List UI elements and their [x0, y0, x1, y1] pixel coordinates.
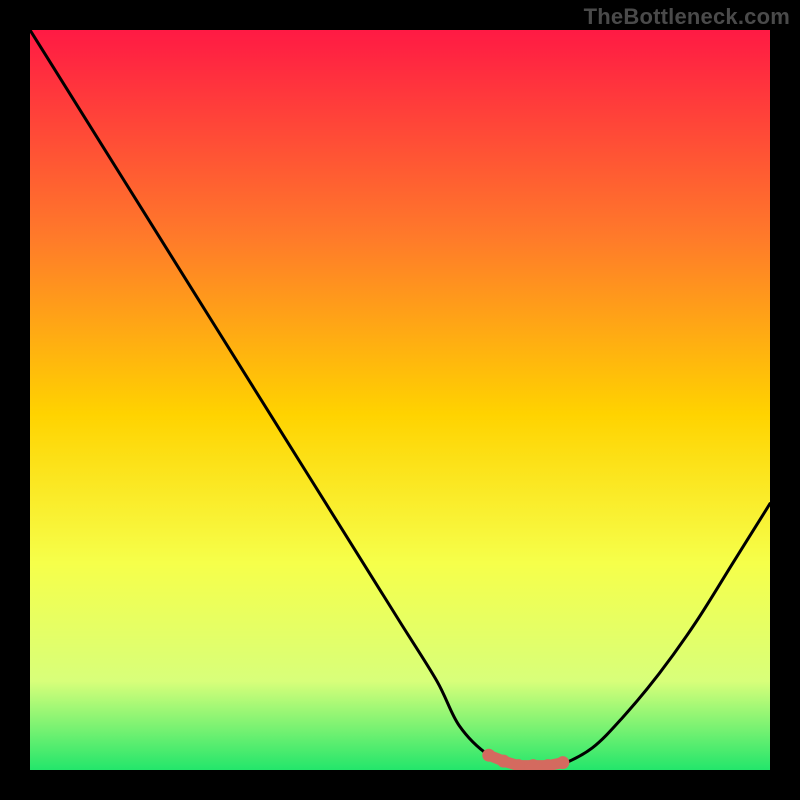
optimal-marker	[497, 755, 510, 768]
plot-area	[30, 30, 770, 770]
optimal-marker	[556, 756, 569, 769]
watermark-text: TheBottleneck.com	[584, 4, 790, 30]
chart-frame: TheBottleneck.com	[0, 0, 800, 800]
gradient-background	[30, 30, 770, 770]
chart-svg	[30, 30, 770, 770]
optimal-marker	[482, 749, 495, 762]
